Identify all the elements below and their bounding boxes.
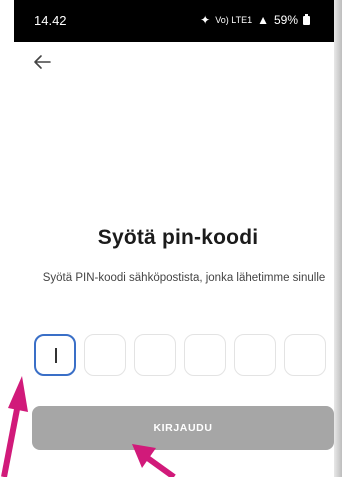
pin-digit-5[interactable]	[234, 334, 276, 376]
pin-digit-1[interactable]	[34, 334, 76, 376]
page-title: Syötä pin-koodi	[97, 226, 259, 249]
page-subtitle: Syötä PIN-koodi sähköpostista, jonka läh…	[42, 272, 326, 284]
pin-digit-6[interactable]	[284, 334, 326, 376]
pin-digit-4[interactable]	[184, 334, 226, 376]
status-icons: ✦ Vo) LTE1 ▲ 59%	[200, 13, 310, 27]
pointer-arrow-left	[1, 376, 28, 477]
battery-icon	[303, 13, 310, 25]
pointer-arrow-bottom	[132, 444, 176, 477]
pin-input-row	[34, 334, 326, 376]
pin-digit-3[interactable]	[134, 334, 176, 376]
battery-percentage: 59%	[273, 13, 298, 27]
back-button[interactable]	[30, 50, 54, 74]
network-label: Vo) LTE1	[215, 15, 253, 25]
mute-icon: ✦	[200, 13, 211, 27]
device-edge	[334, 0, 342, 477]
login-button[interactable]: KIRJAUDU	[32, 406, 334, 450]
pin-digit-2[interactable]	[84, 334, 126, 376]
signal-icon: ▲	[257, 13, 269, 27]
arrow-left-icon	[34, 55, 51, 69]
status-bar: 14.42 ✦ Vo) LTE1 ▲ 59%	[14, 0, 342, 42]
status-time: 14.42	[34, 13, 67, 28]
phone-screen: 14.42 ✦ Vo) LTE1 ▲ 59% Syötä pin-koodi S…	[14, 0, 342, 477]
